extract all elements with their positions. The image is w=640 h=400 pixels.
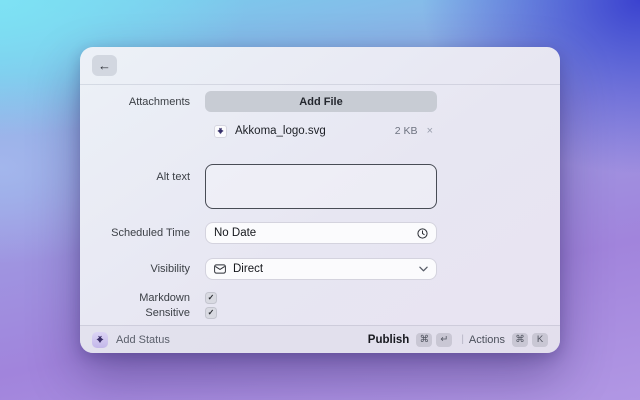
dialog-header: ← [80,47,560,85]
attachment-item: Akkoma_logo.svg 2 KB × [205,123,437,139]
file-thumbnail-icon [214,124,227,138]
back-arrow-icon: ← [98,57,111,73]
alt-text-row: Alt text [80,164,560,214]
sensitive-label: Sensitive [145,306,190,319]
attachment-item-row: Akkoma_logo.svg 2 KB × [80,123,560,139]
sensitive-row: Sensitive ✓ [80,306,560,319]
check-icon: ✓ [207,292,215,302]
alt-text-label: Alt text [156,171,190,183]
status-form: Attachments Add File Akkoma_logo.svg 2 K… [80,85,560,319]
scheduled-time-label: Scheduled Time [111,227,190,239]
return-key-badge: ↵ [436,332,453,347]
markdown-row: Markdown ✓ [80,291,560,304]
file-name: Akkoma_logo.svg [235,125,326,137]
remove-file-button[interactable]: × [427,125,433,137]
footer-separator: | [461,334,464,345]
chevron-down-icon [419,266,428,272]
compose-status-dialog: ← Attachments Add File Akkoma_logo.svg 2… [80,47,560,353]
k-key-badge: K [532,332,548,347]
scheduled-time-value: No Date [214,227,257,239]
dialog-footer: Add Status Publish ⌘ ↵ | Actions ⌘ K [80,325,560,353]
attachments-row: Attachments Add File [80,91,560,112]
scheduled-time-picker[interactable]: No Date [205,222,437,244]
alt-text-input[interactable] [205,164,437,209]
akkoma-app-icon [92,331,108,348]
desktop-background: ← Attachments Add File Akkoma_logo.svg 2… [0,0,640,400]
visibility-row: Visibility Direct [80,258,560,280]
envelope-icon [214,264,226,274]
markdown-checkbox[interactable]: ✓ [205,291,217,304]
clock-icon [417,227,428,239]
publish-button[interactable]: Publish [368,334,410,346]
add-file-button[interactable]: Add File [205,91,437,112]
visibility-label: Visibility [150,263,190,275]
command-title: Add Status [116,333,170,346]
visibility-dropdown[interactable]: Direct [205,258,437,280]
cmd-key-badge: ⌘ [512,332,528,347]
check-icon: ✓ [207,307,215,317]
akkoma-logo-icon [217,127,224,134]
file-size: 2 KB [394,125,418,137]
back-button[interactable]: ← [92,55,117,76]
visibility-value: Direct [233,263,264,275]
scheduled-time-row: Scheduled Time No Date [80,222,560,244]
cmd-key-badge: ⌘ [416,332,433,347]
attachments-label: Attachments [128,95,190,108]
sensitive-checkbox[interactable]: ✓ [205,306,217,319]
markdown-label: Markdown [139,291,190,304]
actions-button[interactable]: Actions [469,334,505,346]
